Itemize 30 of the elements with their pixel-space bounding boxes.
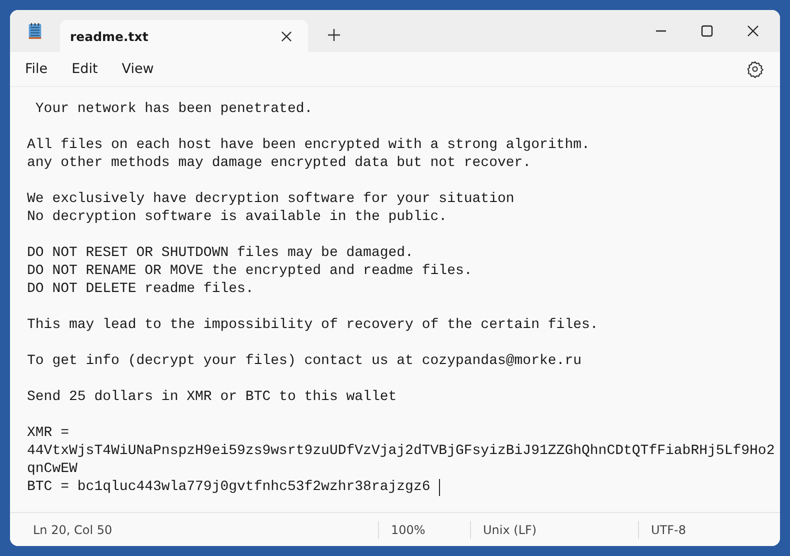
plus-icon[interactable] bbox=[328, 29, 340, 41]
close-icon[interactable] bbox=[747, 25, 759, 37]
text-cursor bbox=[438, 478, 440, 496]
cursor-position: Ln 20, Col 50 bbox=[33, 522, 112, 536]
zoom-level: 100% bbox=[391, 522, 426, 536]
menu-item[interactable]: View bbox=[112, 57, 164, 81]
text-line: DO NOT DELETE readme files. bbox=[27, 280, 254, 298]
menu-item[interactable]: Edit bbox=[62, 57, 108, 81]
text-line: We exclusively have decryption software for your situation bbox=[27, 190, 514, 208]
text-line: BTC = bc1qluc443wla779j0gvtfnhc53f2wzhr38rajzgz6 bbox=[27, 478, 432, 496]
text-line: To get info (decrypt your files) contact us at cozypandas@morke.ru bbox=[27, 352, 582, 370]
text-line: All files on each host have been encrypted with a strong algorithm. bbox=[27, 136, 590, 154]
text-line: qnCwEW bbox=[27, 460, 78, 478]
file-tab[interactable]: readme.txt bbox=[60, 20, 308, 52]
menu-item[interactable]: File bbox=[15, 57, 58, 81]
line-ending: Unix (LF) bbox=[483, 522, 537, 536]
text-line: No decryption software is available in the public. bbox=[27, 208, 448, 226]
text-line: any other methods may damage encrypted data but not recover. bbox=[27, 154, 532, 172]
text-line: DO NOT RENAME OR MOVE the encrypted and readme files. bbox=[27, 262, 472, 280]
notepad-icon bbox=[28, 22, 42, 40]
settings-icon[interactable] bbox=[746, 60, 764, 78]
encoding: UTF-8 bbox=[651, 522, 686, 536]
text-line: DO NOT RESET OR SHUTDOWN files may be damaged. bbox=[27, 244, 414, 262]
maximize-icon[interactable] bbox=[701, 25, 713, 37]
text-line: Send 25 dollars in XMR or BTC to this wallet bbox=[27, 388, 397, 406]
text-line: 44VtxWjsT4WiUNaPnspzH9ei59zs9wsrt9zuUDfVzVjaj2dTVBjGFsyizBiJ91ZZGhQhnCDtQTfFiabRHj5Lf9Ho2 bbox=[27, 442, 775, 460]
text-line: This may lead to the impossibility of recovery of the certain files. bbox=[27, 316, 598, 334]
close-tab-icon[interactable] bbox=[281, 30, 292, 42]
text-line: XMR = bbox=[27, 424, 70, 442]
text-line: Your network has been penetrated. bbox=[34, 100, 313, 118]
